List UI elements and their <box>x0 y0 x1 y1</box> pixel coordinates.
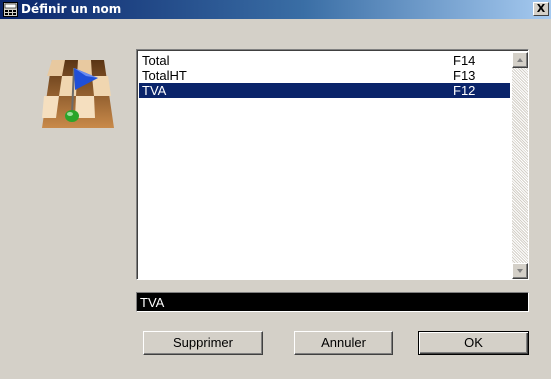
arrow-down-icon <box>517 269 523 273</box>
list-rows: Total F14 TotalHT F13 TVA F12 <box>139 53 510 98</box>
title-bar: Définir un nom X <box>0 0 551 19</box>
arrow-up-icon <box>517 58 523 62</box>
list-item-name: TotalHT <box>142 68 187 83</box>
scroll-up-button[interactable] <box>512 52 528 68</box>
list-item[interactable]: Total F14 <box>139 53 510 68</box>
name-input[interactable] <box>136 292 529 312</box>
calculator-icon <box>3 2 18 17</box>
delete-button[interactable]: Supprimer <box>143 331 263 355</box>
window-title: Définir un nom <box>21 2 122 16</box>
define-name-dialog: Définir un nom X Total F14 TotalHT F13 T… <box>0 0 551 379</box>
list-item-name: Total <box>142 53 170 68</box>
list-item-key: F12 <box>453 83 476 98</box>
flag-checkerboard-icon <box>42 60 114 128</box>
list-item-key: F14 <box>453 53 476 68</box>
vertical-scrollbar[interactable] <box>512 52 528 279</box>
ok-button[interactable]: OK <box>418 331 529 355</box>
list-item-name: TVA <box>142 83 167 98</box>
cancel-button[interactable]: Annuler <box>294 331 393 355</box>
list-item-selected[interactable]: TVA F12 <box>139 83 510 98</box>
names-list[interactable]: Total F14 TotalHT F13 TVA F12 <box>136 49 529 280</box>
scroll-down-button[interactable] <box>512 263 528 279</box>
list-item[interactable]: TotalHT F13 <box>139 68 510 83</box>
close-button[interactable]: X <box>533 2 549 16</box>
list-item-key: F13 <box>453 68 476 83</box>
